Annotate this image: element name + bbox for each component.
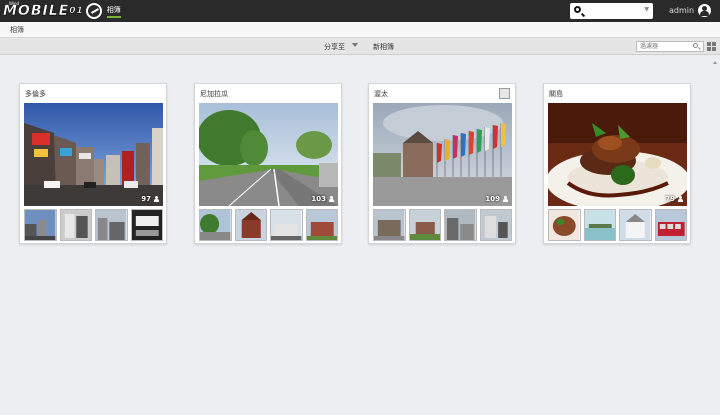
user-name[interactable]: admin bbox=[669, 6, 694, 15]
thumbnail[interactable] bbox=[95, 209, 128, 241]
album-card[interactable]: 多倫多 97 bbox=[19, 83, 167, 244]
person-icon bbox=[678, 196, 683, 202]
logo-superscript: Wind bbox=[9, 1, 20, 6]
thumbnail[interactable] bbox=[654, 209, 687, 241]
person-icon bbox=[329, 196, 334, 202]
thumbnail[interactable] bbox=[619, 209, 652, 241]
thumbnail[interactable] bbox=[234, 209, 267, 241]
thumbnail[interactable] bbox=[130, 209, 163, 241]
app-logo[interactable]: Wind MOBILE 01 相簿 bbox=[3, 1, 121, 20]
share-dropdown-icon[interactable] bbox=[352, 43, 358, 47]
album-cover-photo[interactable]: 79 bbox=[548, 103, 687, 206]
user-avatar-icon[interactable] bbox=[698, 4, 711, 17]
album-card[interactable]: 渥太 109 bbox=[368, 83, 516, 244]
album-title[interactable]: 多倫多 bbox=[25, 89, 46, 99]
thumbnail[interactable] bbox=[583, 209, 616, 241]
select-checkbox[interactable] bbox=[499, 88, 510, 99]
breadcrumb: 相簿 bbox=[0, 22, 720, 38]
logo-ring-icon bbox=[85, 3, 102, 19]
thumbnail[interactable] bbox=[24, 209, 57, 241]
album-cover-photo[interactable]: 109 bbox=[373, 103, 512, 206]
breadcrumb-item-albums[interactable]: 相簿 bbox=[10, 25, 24, 35]
photo-count: 79 bbox=[665, 195, 683, 203]
thumbnail[interactable] bbox=[479, 209, 512, 241]
album-thumbnails bbox=[24, 209, 163, 241]
album-thumbnails bbox=[548, 209, 687, 241]
photo-count: 103 bbox=[311, 195, 334, 203]
album-card[interactable]: 關島 79 bbox=[543, 83, 691, 244]
thumbnail[interactable] bbox=[199, 209, 232, 241]
thumbnail[interactable] bbox=[305, 209, 338, 241]
album-card[interactable]: 尼加拉瓜 103 bbox=[194, 83, 342, 244]
thumbnail[interactable] bbox=[373, 209, 406, 241]
person-icon bbox=[154, 196, 159, 202]
thumbnail[interactable] bbox=[408, 209, 441, 241]
logo-number: 01 bbox=[69, 6, 84, 16]
album-thumbnails bbox=[373, 209, 512, 241]
top-bar: Wind MOBILE 01 相簿 ▼ admin bbox=[0, 0, 720, 22]
thumbnail[interactable] bbox=[59, 209, 92, 241]
photo-count: 109 bbox=[485, 195, 508, 203]
grid-view-icon[interactable] bbox=[707, 42, 716, 51]
toolbar: 分享至 新相簿 bbox=[0, 38, 720, 55]
album-title[interactable]: 尼加拉瓜 bbox=[200, 89, 228, 99]
thumbnail[interactable] bbox=[548, 209, 581, 241]
photo-count: 97 bbox=[141, 195, 159, 203]
share-button[interactable]: 分享至 bbox=[324, 42, 345, 52]
search-box[interactable]: ▼ bbox=[570, 3, 653, 19]
thumbnail[interactable] bbox=[444, 209, 477, 241]
logo-app-name: 相簿 bbox=[106, 5, 121, 18]
search-icon bbox=[574, 6, 581, 13]
scrollbar[interactable] bbox=[712, 55, 718, 415]
album-title[interactable]: 渥太 bbox=[374, 89, 388, 99]
chevron-down-icon[interactable]: ▼ bbox=[644, 6, 649, 13]
album-thumbnails bbox=[199, 209, 338, 241]
album-cover-photo[interactable]: 103 bbox=[199, 103, 338, 206]
new-album-button[interactable]: 新相簿 bbox=[373, 42, 394, 52]
filter-search-icon bbox=[693, 43, 698, 48]
thumbnail[interactable] bbox=[270, 209, 303, 241]
album-title[interactable]: 關島 bbox=[549, 89, 563, 99]
album-cover-photo[interactable]: 97 bbox=[24, 103, 163, 206]
person-icon bbox=[503, 196, 508, 202]
